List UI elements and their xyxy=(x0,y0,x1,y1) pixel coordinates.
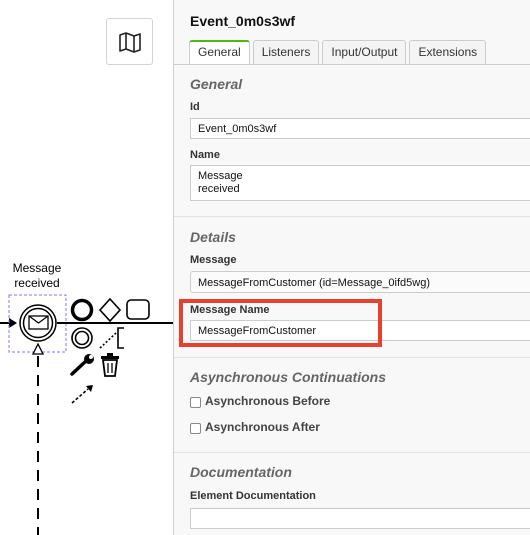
highlight-annotation xyxy=(179,299,382,347)
async-after-row[interactable]: Asynchronous After xyxy=(190,420,320,434)
async-before-label: Asynchronous Before xyxy=(205,394,331,408)
tab-input-output[interactable]: Input/Output xyxy=(322,40,407,64)
connect-arrow-icon[interactable] xyxy=(71,385,93,404)
group-title-general: General xyxy=(190,76,243,92)
group-separator xyxy=(174,357,530,358)
group-title-documentation: Documentation xyxy=(190,464,292,480)
wrench-icon[interactable] xyxy=(70,354,94,376)
task-icon[interactable] xyxy=(126,299,150,320)
message-label: Message xyxy=(190,254,237,266)
message-catch-event[interactable] xyxy=(19,304,57,342)
async-after-label: Asynchronous After xyxy=(205,420,320,434)
group-separator xyxy=(174,452,530,453)
context-pad xyxy=(70,297,150,404)
id-label: Id xyxy=(190,101,200,113)
tab-extensions[interactable]: Extensions xyxy=(409,40,487,64)
tab-divider xyxy=(174,64,530,65)
trash-icon[interactable] xyxy=(101,353,119,377)
tab-listeners[interactable]: Listeners xyxy=(252,40,320,64)
map-icon xyxy=(118,31,141,53)
attachment-marker-icon xyxy=(31,342,45,355)
tab-bar: General Listeners Input/Output Extension… xyxy=(189,40,489,64)
end-event-icon[interactable] xyxy=(70,298,94,322)
text-annotation-icon[interactable] xyxy=(99,327,124,349)
tab-general[interactable]: General xyxy=(189,40,250,64)
async-before-row[interactable]: Asynchronous Before xyxy=(190,394,330,408)
intermediate-event-icon[interactable] xyxy=(71,327,93,349)
async-before-checkbox[interactable] xyxy=(190,397,201,408)
name-textarea[interactable]: Message received xyxy=(190,165,530,201)
group-title-details: Details xyxy=(190,229,236,245)
minimap-toggle-button[interactable] xyxy=(106,18,153,65)
element-documentation-label: Element Documentation xyxy=(190,490,316,502)
event-label[interactable]: Message received xyxy=(4,261,70,291)
group-title-async: Asynchronous Continuations xyxy=(190,369,386,385)
gateway-icon[interactable] xyxy=(98,297,122,323)
arrowhead-icon xyxy=(9,318,17,328)
async-after-checkbox[interactable] xyxy=(190,423,201,434)
properties-panel: Event_0m0s3wf General Listeners Input/Ou… xyxy=(173,0,530,535)
element-documentation-input[interactable] xyxy=(190,508,530,529)
bpmn-canvas[interactable]: Message received xyxy=(0,0,173,535)
name-label: Name xyxy=(190,149,220,161)
id-input[interactable]: Event_0m0s3wf xyxy=(190,118,530,139)
panel-title: Event_0m0s3wf xyxy=(190,13,296,29)
message-select[interactable]: MessageFromCustomer (id=Message_0ifd5wg) xyxy=(190,271,530,293)
group-separator xyxy=(174,216,530,217)
